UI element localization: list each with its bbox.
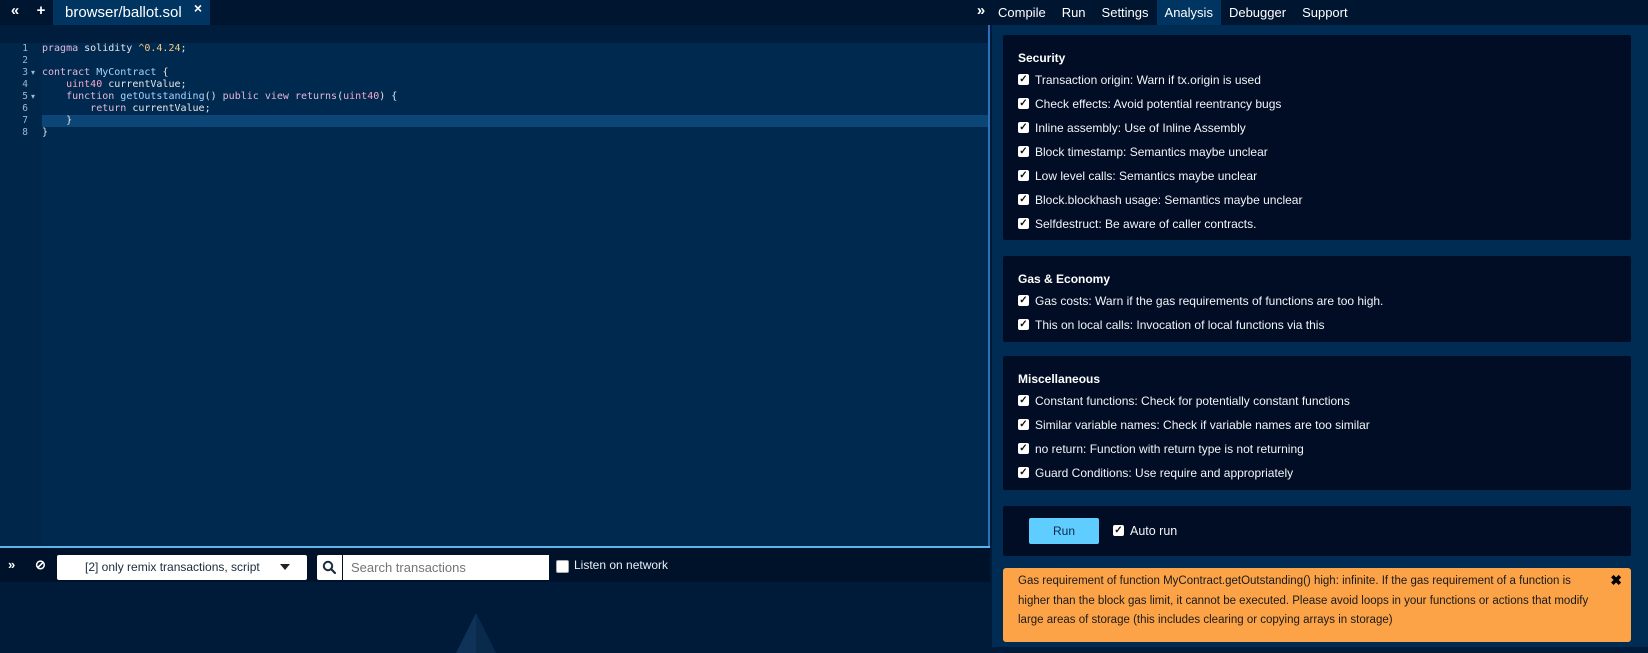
- search-transactions-input[interactable]: [343, 555, 549, 580]
- chevron-down-icon: [280, 564, 290, 570]
- checkbox[interactable]: ✓: [1018, 194, 1029, 205]
- line-number: 5: [22, 91, 28, 102]
- right-panel-tabs: Compile Run Settings Analysis Debugger S…: [990, 0, 1356, 25]
- code-line: function getOutstanding() public view re…: [66, 91, 398, 102]
- option-label: Guard Conditions: Use require and approp…: [1035, 466, 1294, 480]
- checkbox[interactable]: ✓: [1018, 443, 1029, 454]
- toggle-right-panel-icon[interactable]: »: [972, 0, 990, 25]
- terminal-output[interactable]: [0, 582, 990, 653]
- checkbox[interactable]: ✓: [1018, 170, 1029, 181]
- gas-economy-section: Gas & Economy ✓ Gas costs: Warn if the g…: [1003, 256, 1631, 342]
- option-label: Block timestamp: Semantics maybe unclear: [1035, 145, 1268, 159]
- auto-run-checkbox[interactable]: ✓: [1113, 525, 1124, 536]
- checkbox[interactable]: ✓: [1018, 74, 1029, 85]
- line-number: 1: [22, 43, 28, 54]
- tab-support[interactable]: Support: [1294, 0, 1356, 25]
- terminal-toolbar: » ⊘ [2] only remix transactions, script …: [0, 546, 990, 582]
- collapse-file-explorer-icon[interactable]: «: [3, 0, 27, 25]
- top-bar: « + browser/ballot.sol × » Compile Run S…: [0, 0, 1648, 25]
- checkbox[interactable]: ✓: [1018, 295, 1029, 306]
- code-line: contract MyContract {: [42, 67, 169, 78]
- code-content[interactable]: pragma solidity ^0.4.24; contract MyCont…: [42, 43, 988, 546]
- line-number: 7: [22, 115, 28, 126]
- option-label: Gas costs: Warn if the gas requirements …: [1035, 294, 1384, 308]
- close-tab-icon[interactable]: ×: [194, 0, 202, 16]
- listen-network-label: Listen on network: [574, 558, 669, 572]
- line-number: 6: [22, 103, 28, 114]
- warning-message: Gas requirement of function MyContract.g…: [1018, 575, 1589, 626]
- checkbox[interactable]: ✓: [1018, 98, 1029, 109]
- clear-console-icon[interactable]: ⊘: [35, 557, 46, 573]
- analysis-panel: Security ✓ Transaction origin: Warn if t…: [992, 25, 1648, 647]
- line-number: 8: [22, 127, 28, 138]
- add-file-icon[interactable]: +: [29, 0, 53, 25]
- fold-icon[interactable]: ▾: [31, 67, 35, 79]
- tab-analysis[interactable]: Analysis: [1156, 0, 1221, 25]
- close-icon[interactable]: ✖: [1610, 571, 1622, 591]
- file-tab-label: browser/ballot.sol: [65, 4, 182, 21]
- checkbox[interactable]: ✓: [1018, 395, 1029, 406]
- minimize-terminal-icon[interactable]: »: [8, 557, 15, 572]
- editor-gutter: 1 2 3 ▾ 4 5 ▾ 6 7 8: [0, 43, 42, 546]
- code-line: uint40 currentValue;: [66, 79, 187, 90]
- editor-header: [0, 25, 988, 43]
- option-label: Constant functions: Check for potentiall…: [1035, 394, 1350, 408]
- option-label: Transaction origin: Warn if tx.origin is…: [1035, 73, 1261, 87]
- option-label: Low level calls: Semantics maybe unclear: [1035, 169, 1258, 183]
- code-line: return currentValue;: [90, 103, 211, 114]
- option-label: Check effects: Avoid potential reentranc…: [1035, 97, 1282, 111]
- fold-icon[interactable]: ▾: [31, 91, 35, 103]
- gas-warning-alert: Gas requirement of function MyContract.g…: [1003, 568, 1631, 642]
- miscellaneous-section: Miscellaneous ✓ Constant functions: Chec…: [1003, 356, 1631, 490]
- checkbox[interactable]: ✓: [1018, 122, 1029, 133]
- remix-logo-icon: [456, 613, 496, 653]
- listen-network-checkbox[interactable]: [556, 560, 569, 573]
- search-icon: [322, 560, 337, 575]
- checkbox[interactable]: ✓: [1018, 218, 1029, 229]
- option-label: Block.blockhash usage: Semantics maybe u…: [1035, 193, 1303, 207]
- transaction-filter-select[interactable]: [2] only remix transactions, script: [57, 555, 307, 580]
- search-button[interactable]: [317, 555, 342, 580]
- code-line: }: [42, 115, 73, 126]
- line-number: 4: [22, 79, 28, 90]
- option-label: Similar variable names: Check if variabl…: [1035, 418, 1370, 432]
- section-title: Miscellaneous: [1018, 372, 1101, 386]
- tab-settings[interactable]: Settings: [1094, 0, 1157, 25]
- code-editor[interactable]: 1 2 3 ▾ 4 5 ▾ 6 7 8 pragma solidity ^0.4…: [0, 25, 990, 546]
- option-label: This on local calls: Invocation of local…: [1035, 318, 1325, 332]
- code-line: pragma solidity ^0.4.24;: [42, 43, 187, 54]
- checkbox[interactable]: ✓: [1018, 419, 1029, 430]
- run-analysis-button[interactable]: Run: [1029, 518, 1099, 544]
- filter-select-value: [2] only remix transactions, script: [85, 560, 260, 574]
- file-tab[interactable]: browser/ballot.sol ×: [53, 0, 210, 25]
- option-label: Inline assembly: Use of Inline Assembly: [1035, 121, 1246, 135]
- tab-debugger[interactable]: Debugger: [1221, 0, 1294, 25]
- checkbox[interactable]: ✓: [1018, 467, 1029, 478]
- line-number: 2: [22, 55, 28, 66]
- auto-run-label: Auto run: [1130, 524, 1178, 538]
- option-label: Selfdestruct: Be aware of caller contrac…: [1035, 217, 1257, 231]
- option-label: no return: Function with return type is …: [1035, 442, 1304, 456]
- checkbox[interactable]: ✓: [1018, 146, 1029, 157]
- code-line: }: [42, 127, 49, 138]
- section-title: Security: [1018, 51, 1066, 65]
- section-title: Gas & Economy: [1018, 272, 1111, 286]
- checkbox[interactable]: ✓: [1018, 319, 1029, 330]
- line-number: 3: [22, 67, 28, 78]
- run-section: Run ✓ Auto run: [1003, 506, 1631, 556]
- security-section: Security ✓ Transaction origin: Warn if t…: [1003, 35, 1631, 240]
- tab-run[interactable]: Run: [1054, 0, 1094, 25]
- tab-compile[interactable]: Compile: [990, 0, 1054, 25]
